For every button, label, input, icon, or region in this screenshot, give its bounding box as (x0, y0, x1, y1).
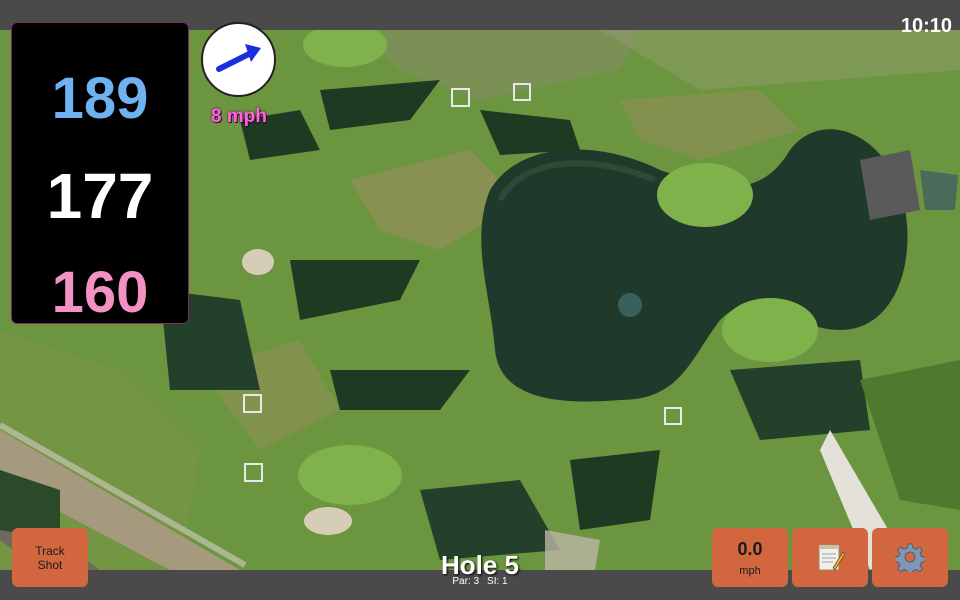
track-shot-label-line1: Track (35, 544, 65, 558)
settings-button[interactable] (872, 528, 948, 587)
front-distance: 160 (51, 260, 149, 325)
hole-par: Par: 3 (452, 576, 480, 587)
shot-speed-unit: mph (739, 565, 761, 577)
wind-speed-label: 8 mph (211, 106, 267, 127)
shot-speed-button[interactable]: 0.0 mph (712, 528, 788, 587)
middle-distance: 177 (46, 160, 154, 232)
clock: 10:10 (900, 15, 952, 37)
notepad-icon (818, 544, 845, 571)
back-distance: 189 (51, 66, 149, 131)
hole-info: Par: 3 SI: 1 (400, 576, 560, 587)
shot-speed-value: 0.0 (737, 539, 763, 559)
distance-panel: 189 177 160 (11, 22, 189, 325)
wind-direction-dial (201, 22, 276, 97)
track-shot-button[interactable]: Track Shot (12, 528, 88, 587)
hole-stroke-index: SI: 1 (487, 576, 508, 587)
notes-button[interactable] (792, 528, 868, 587)
wind-arrow-icon (216, 44, 261, 72)
track-shot-label-line2: Shot (37, 558, 63, 572)
app-screen: 10:10 189 177 160 8 mph Track Shot Hole … (0, 0, 960, 600)
gear-icon (895, 543, 925, 572)
